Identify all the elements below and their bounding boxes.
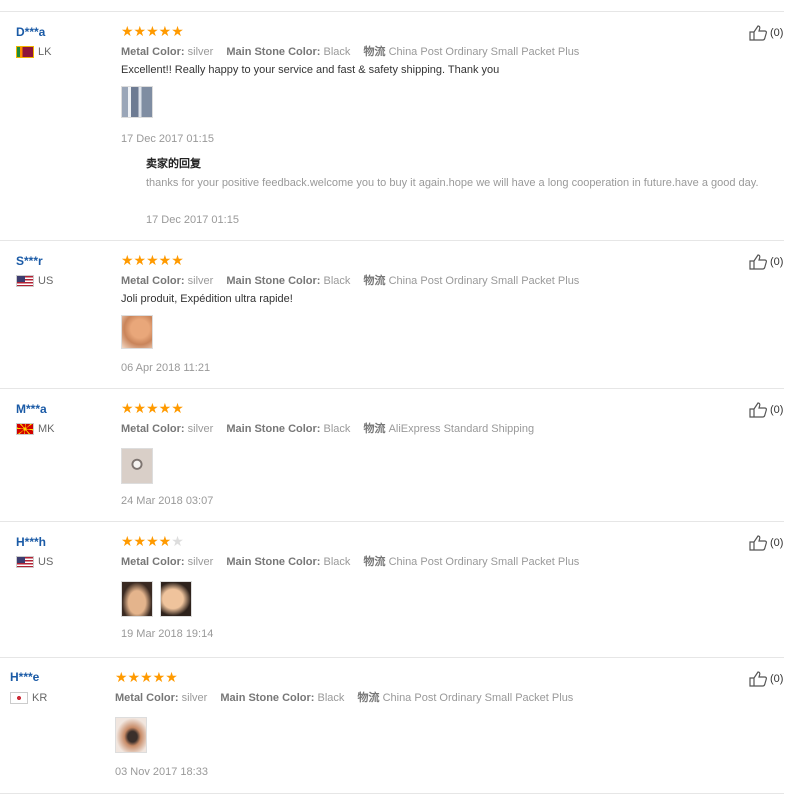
like-button[interactable]: (0) [749, 254, 783, 270]
review-date: 03 Nov 2017 18:33 [115, 766, 208, 778]
thumbs-up-icon [749, 254, 767, 270]
order-attributes: Metal Color: silver Main Stone Color: Bl… [121, 46, 580, 58]
like-button[interactable]: (0) [749, 671, 783, 687]
seller-reply-date: 17 Dec 2017 01:15 [146, 214, 239, 226]
review-item: D***a LK ★★★★★ Metal Color: silver Main … [0, 11, 784, 241]
review-item: H***e KR ★★★★★ Metal Color: silver Main … [0, 657, 784, 794]
rating-stars: ★★★★★ [121, 252, 184, 268]
rating-stars: ★★★★★ [115, 669, 178, 685]
thumbs-up-icon [749, 402, 767, 418]
review-text: Joli produit, Expédition ultra rapide! [121, 293, 293, 305]
like-button[interactable]: (0) [749, 402, 783, 418]
review-item: S***r US ★★★★★ Metal Color: silver Main … [0, 240, 784, 389]
reviewer-name[interactable]: H***e [10, 670, 39, 684]
flag-us-icon [16, 556, 34, 568]
review-photo[interactable] [121, 86, 153, 118]
review-date: 17 Dec 2017 01:15 [121, 133, 214, 145]
review-item: M***a MK ★★★★★ Metal Color: silver Main … [0, 388, 784, 522]
review-date: 24 Mar 2018 03:07 [121, 495, 214, 507]
review-photo[interactable] [121, 315, 153, 349]
seller-reply-title: 卖家的回复 [146, 158, 201, 170]
rating-stars: ★★★★★ [121, 533, 184, 549]
like-count: (0) [770, 537, 784, 549]
order-attributes: Metal Color: silver Main Stone Color: Bl… [115, 692, 574, 704]
review-photo[interactable] [121, 581, 153, 617]
review-photo[interactable] [115, 717, 147, 753]
seller-reply-text: thanks for your positive feedback.welcom… [146, 177, 759, 189]
order-attributes: Metal Color: silver Main Stone Color: Bl… [121, 423, 535, 435]
reviewer-country: LK [16, 46, 51, 58]
like-button[interactable]: (0) [749, 535, 783, 551]
rating-stars: ★★★★★ [121, 23, 184, 39]
thumbs-up-icon [749, 535, 767, 551]
thumbs-up-icon [749, 671, 767, 687]
reviewer-country: KR [10, 692, 47, 704]
like-count: (0) [770, 673, 784, 685]
reviewer-name[interactable]: H***h [16, 535, 46, 549]
thumbs-up-icon [749, 25, 767, 41]
review-item: H***h US ★★★★★ Metal Color: silver Main … [0, 521, 784, 658]
reviewer-name[interactable]: D***a [16, 25, 45, 39]
like-count: (0) [770, 404, 784, 416]
flag-kr-icon [10, 692, 28, 704]
order-attributes: Metal Color: silver Main Stone Color: Bl… [121, 275, 580, 287]
reviewer-name[interactable]: S***r [16, 254, 43, 268]
like-count: (0) [770, 256, 784, 268]
review-text: Excellent!! Really happy to your service… [121, 64, 500, 76]
reviewer-country: MK [16, 423, 55, 435]
like-count: (0) [770, 27, 784, 39]
like-button[interactable]: (0) [749, 25, 783, 41]
review-photo[interactable] [160, 581, 192, 617]
rating-stars: ★★★★★ [121, 400, 184, 416]
review-photo[interactable] [121, 448, 153, 484]
flag-mk-icon [16, 423, 34, 435]
review-date: 06 Apr 2018 11:21 [121, 362, 211, 374]
reviewer-country: US [16, 556, 53, 568]
flag-lk-icon [16, 46, 34, 58]
flag-us-icon [16, 275, 34, 287]
reviewer-country: US [16, 275, 53, 287]
reviewer-name[interactable]: M***a [16, 402, 47, 416]
review-date: 19 Mar 2018 19:14 [121, 628, 214, 640]
order-attributes: Metal Color: silver Main Stone Color: Bl… [121, 556, 580, 568]
